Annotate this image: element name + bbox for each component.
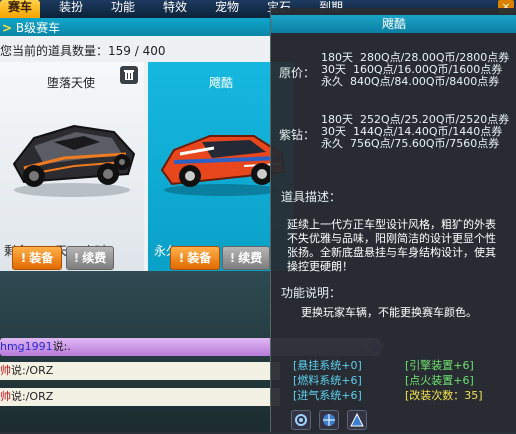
equip-button-2[interactable]: ! 装备 <box>170 246 220 270</box>
price-line: 180天 280Q点/28.00Q币/2800点券 <box>321 51 510 64</box>
price-line: 180天 252Q点/25.20Q币/2520点券 <box>321 113 510 126</box>
triangle-icon[interactable] <box>347 410 367 430</box>
tab-effects[interactable]: 特效 <box>160 0 190 18</box>
category-label: > B级赛车 <box>2 21 61 35</box>
equip-button-1[interactable]: ! 装备 <box>12 246 62 270</box>
car-card-fallen-angel[interactable]: 堕落天使 剩余：14天23小时 <box>0 62 144 271</box>
renew-button-1[interactable]: ! 续费 <box>66 246 114 270</box>
original-price-label: 原价： <box>279 66 316 80</box>
chat-line: 帅说:/ORZ <box>0 388 280 406</box>
renew-button-2[interactable]: ! 续费 <box>222 246 270 270</box>
stat-fuel: [燃料系统+6] <box>293 374 362 387</box>
stat-mod-count: [改装次数：35] <box>405 389 483 402</box>
stat-engine: [引擎装置+6] <box>405 359 474 372</box>
trash-icon[interactable] <box>120 66 138 84</box>
inventory-panel: 您当前的道具数量：159 / 400 堕落天使 剩余：14天23小时 飕酷 <box>0 36 294 271</box>
gear-icon[interactable] <box>291 410 311 430</box>
function-label: 功能说明： <box>281 286 342 300</box>
price-line: 永久 756Q点/75.60Q币/7560点券 <box>321 137 500 150</box>
description-label: 道具描述： <box>281 190 342 204</box>
item-count: 您当前的道具数量：159 / 400 <box>0 44 166 58</box>
vip-price-label: 紫钻： <box>279 128 316 142</box>
price-line: 30天 160Q点/16.00Q币/1600点券 <box>321 63 503 76</box>
stat-intake: [进气系统+6] <box>293 389 362 402</box>
tab-outfit[interactable]: 装扮 <box>56 0 86 18</box>
tooltip-title: 飕酷 <box>271 15 516 33</box>
item-tooltip: 飕酷 原价： 180天 280Q点/28.00Q币/2800点券 30天 160… <box>270 8 516 432</box>
chat-line: 帅说:/ORZ <box>0 362 280 380</box>
stat-ignition: [点火装置+6] <box>405 374 474 387</box>
globe-icon[interactable] <box>319 410 339 430</box>
tab-racecar[interactable]: 赛车 <box>0 0 40 18</box>
price-line: 30天 144Q点/14.40Q币/1440点券 <box>321 125 503 138</box>
price-line: 永久 840Q点/84.00Q币/8400点券 <box>321 75 500 88</box>
description-text: 延续上一代方正车型设计风格，粗犷的外表不失优雅与品味，阳刚简洁的设计更显个性张扬… <box>287 218 496 273</box>
car-image-dark <box>12 124 136 197</box>
function-text: 更换玩家车辆，不能更换赛车颜色。 <box>301 306 477 319</box>
tab-pets[interactable]: 宠物 <box>212 0 242 18</box>
bottom-icons <box>291 410 381 430</box>
stat-suspension: [悬挂系统+0] <box>293 359 362 372</box>
tab-function[interactable]: 功能 <box>108 0 138 18</box>
category-subheader[interactable]: > B级赛车 <box>0 18 270 36</box>
